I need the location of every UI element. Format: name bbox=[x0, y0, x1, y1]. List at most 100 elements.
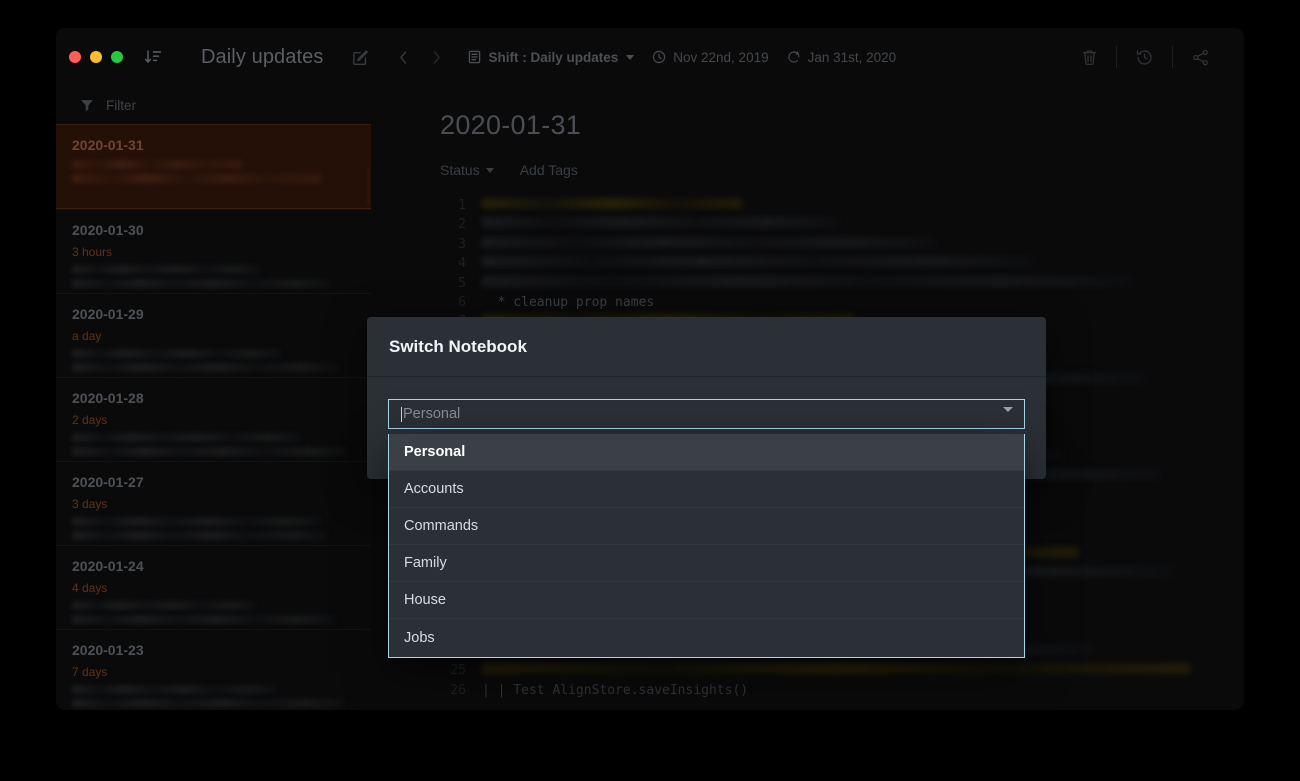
notebook-selector[interactable]: Shift : Daily updates bbox=[468, 50, 634, 65]
line-number: 25 bbox=[440, 661, 466, 680]
minimize-button[interactable] bbox=[90, 51, 102, 63]
note-item-date: 2020-01-31 bbox=[72, 137, 355, 153]
trash-icon[interactable] bbox=[1063, 48, 1116, 67]
note-list-item[interactable]: 2020-01-273 days bbox=[56, 461, 371, 545]
notebook-option[interactable]: Accounts bbox=[389, 471, 1024, 508]
preview-line bbox=[72, 447, 347, 456]
chevron-down-icon[interactable] bbox=[1003, 412, 1013, 430]
code-line[interactable]: 3 bbox=[440, 235, 1244, 254]
history-icon[interactable] bbox=[1117, 48, 1172, 67]
clock-refresh-icon bbox=[787, 50, 801, 64]
note-item-date: 2020-01-23 bbox=[72, 642, 355, 658]
notebook-option[interactable]: Commands bbox=[389, 508, 1024, 545]
code-line[interactable]: 4 bbox=[440, 254, 1244, 273]
preview-line bbox=[72, 363, 338, 372]
chevron-right-icon[interactable] bbox=[429, 48, 444, 67]
zoom-button[interactable] bbox=[111, 51, 123, 63]
preview-line bbox=[72, 685, 276, 694]
blurred-code-segment bbox=[482, 256, 1033, 267]
add-tags-button[interactable]: Add Tags bbox=[520, 162, 578, 178]
code-line[interactable]: 25 bbox=[440, 661, 1244, 680]
updated-date: Jan 31st, 2020 bbox=[787, 50, 897, 65]
filter-label: Filter bbox=[106, 98, 136, 113]
notebook-option[interactable]: Family bbox=[389, 545, 1024, 582]
notebook-options-list[interactable]: PersonalAccountsCommandsFamilyHouseJobs bbox=[388, 434, 1025, 658]
close-button[interactable] bbox=[69, 51, 81, 63]
line-number: 4 bbox=[440, 254, 466, 273]
code-line[interactable]: 5 bbox=[440, 274, 1244, 293]
note-list-item[interactable]: 2020-01-29 a day bbox=[56, 293, 371, 377]
line-number: 5 bbox=[440, 274, 466, 293]
sidebar-scrollbar-thumb[interactable] bbox=[367, 167, 370, 205]
line-number: 6 bbox=[440, 293, 466, 312]
dialog-body: Personal bbox=[367, 377, 1046, 429]
preview-line bbox=[72, 265, 262, 274]
page-title: Daily updates bbox=[201, 46, 323, 69]
preview-line bbox=[72, 433, 301, 442]
dialog-header: Switch Notebook bbox=[367, 317, 1046, 377]
code-line-text bbox=[482, 661, 1190, 680]
status-dropdown[interactable]: Status bbox=[440, 162, 494, 178]
note-meta-bar: Status Add Tags bbox=[440, 162, 1244, 178]
title-bar: Daily updates Shift : Da bbox=[56, 28, 1244, 86]
combobox-placeholder: Personal bbox=[403, 406, 460, 422]
blurred-code-segment bbox=[482, 217, 839, 228]
code-line[interactable]: 6 * cleanup prop names bbox=[440, 293, 1244, 312]
clock-icon bbox=[652, 50, 666, 64]
created-date-label: Nov 22nd, 2019 bbox=[673, 50, 768, 65]
code-line-text: * cleanup prop names bbox=[482, 293, 654, 312]
note-list-item[interactable]: 2020-01-244 days bbox=[56, 545, 371, 629]
share-icon[interactable] bbox=[1173, 48, 1228, 67]
titlebar-actions bbox=[1063, 28, 1228, 86]
note-item-age: a day bbox=[72, 329, 355, 343]
note-date-heading: 2020-01-31 bbox=[440, 110, 1244, 141]
chevron-down-icon bbox=[626, 55, 634, 60]
notes-sidebar[interactable]: Filter 2020-01-312020-01-303 hours2020-0… bbox=[56, 86, 371, 710]
note-item-age: 7 days bbox=[72, 665, 355, 679]
notebook-option[interactable]: Jobs bbox=[389, 619, 1024, 656]
window-controls bbox=[69, 51, 123, 63]
note-list-item[interactable]: 2020-01-23 7 days bbox=[56, 629, 371, 710]
note-item-preview bbox=[72, 685, 355, 708]
created-date: Nov 22nd, 2019 bbox=[652, 50, 768, 65]
dialog-title: Switch Notebook bbox=[389, 337, 527, 357]
preview-line bbox=[72, 279, 330, 288]
code-line-text bbox=[482, 274, 1130, 293]
note-item-date: 2020-01-29 bbox=[72, 306, 355, 322]
note-list-item[interactable]: 2020-01-30 3 hours bbox=[56, 209, 371, 293]
line-number: 1 bbox=[440, 196, 466, 215]
note-item-age: 3 hours bbox=[72, 245, 355, 259]
preview-line bbox=[72, 531, 327, 540]
app-window: Daily updates Shift : Da bbox=[56, 28, 1244, 710]
note-list-item[interactable]: 2020-01-31 bbox=[56, 124, 371, 209]
note-item-preview bbox=[72, 433, 355, 456]
note-item-date: 2020-01-28 bbox=[72, 390, 355, 406]
chevron-left-icon[interactable] bbox=[396, 48, 411, 67]
code-line[interactable]: 26| | Test AlignStore.saveInsights() bbox=[440, 681, 1244, 700]
notebook-icon bbox=[468, 50, 481, 64]
blurred-code-segment bbox=[482, 237, 936, 248]
sort-descending-icon[interactable] bbox=[143, 47, 163, 67]
line-number: 26 bbox=[440, 681, 466, 700]
note-item-age: 4 days bbox=[72, 581, 355, 595]
compose-icon[interactable] bbox=[351, 48, 370, 67]
notebook-option[interactable]: Personal bbox=[389, 434, 1024, 471]
code-line[interactable]: 2 bbox=[440, 215, 1244, 234]
code-line-text bbox=[482, 215, 839, 234]
blurred-code-segment bbox=[482, 198, 742, 209]
preview-line bbox=[72, 517, 321, 526]
filter-icon bbox=[80, 98, 94, 112]
notes-list[interactable]: 2020-01-31 2020-01-30 3 hours 2020-01-29 a d… bbox=[56, 124, 371, 710]
notebook-label: Shift : Daily updates bbox=[488, 50, 618, 65]
note-item-preview bbox=[72, 349, 355, 372]
preview-line bbox=[72, 601, 256, 610]
note-item-date: 2020-01-30 bbox=[72, 222, 355, 238]
code-line-text bbox=[482, 235, 936, 254]
note-list-item[interactable]: 2020-01-282 days bbox=[56, 377, 371, 461]
code-line[interactable]: 1 bbox=[440, 196, 1244, 215]
filter-bar[interactable]: Filter bbox=[56, 86, 371, 124]
note-item-preview bbox=[72, 601, 355, 624]
notebook-option[interactable]: House bbox=[389, 582, 1024, 619]
preview-line bbox=[72, 615, 335, 624]
notebook-combobox[interactable]: Personal bbox=[388, 399, 1025, 429]
